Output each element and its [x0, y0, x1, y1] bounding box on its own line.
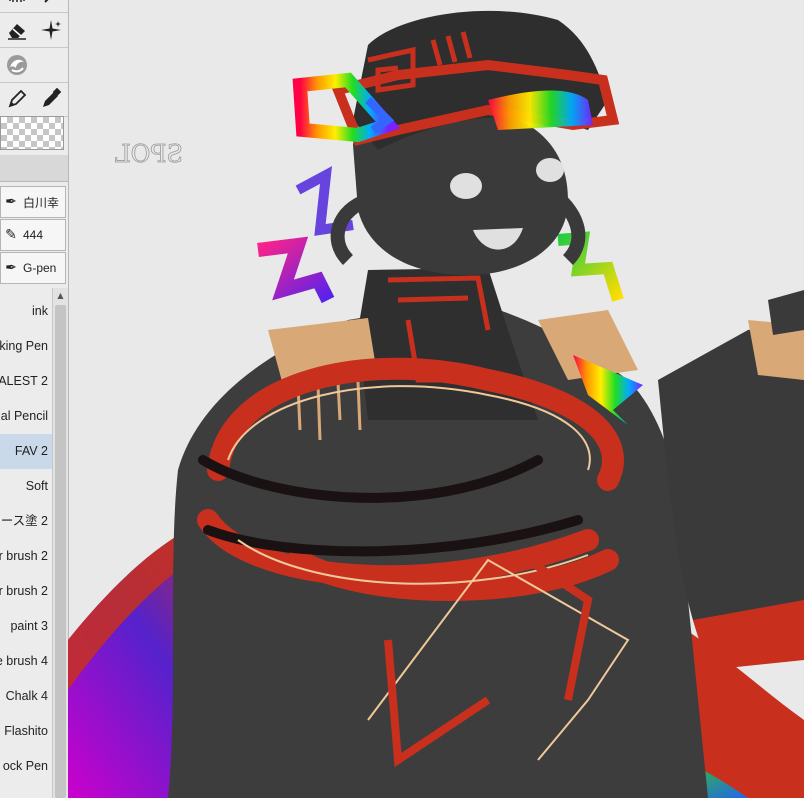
goggles-right: [488, 90, 593, 130]
zigzag-right: [557, 231, 624, 302]
color-fill-icon[interactable]: [0, 48, 34, 82]
marker-icon[interactable]: [34, 82, 68, 116]
preset-item-1[interactable]: ✒ 白川幸: [0, 186, 66, 218]
sparkle-icon[interactable]: [34, 13, 68, 47]
tool-palette: ✒ 白川幸 ✎ 444 ✒ G-pen ink king Pen ALEST 2…: [0, 0, 69, 798]
magic-wand-icon[interactable]: [34, 0, 68, 12]
brush-item-brush-c[interactable]: e brush 4: [0, 644, 48, 679]
preset-label: G-pen: [23, 261, 57, 275]
brush-item-brush-b[interactable]: r brush 2: [0, 574, 48, 609]
pencil-icon: ✎: [5, 227, 17, 243]
eraser-icon[interactable]: [0, 13, 34, 47]
subtool-panel-header: [0, 155, 68, 182]
artwork: SPOL: [68, 10, 804, 798]
brush-item-soft[interactable]: Soft: [0, 469, 48, 504]
preset-label: 白川幸: [23, 195, 60, 210]
tool-row-pen: [0, 82, 68, 117]
scrollbar-thumb[interactable]: [55, 305, 66, 798]
brush-item-realest[interactable]: ALEST 2: [0, 364, 48, 399]
eye-right: [536, 158, 564, 182]
brush-item-flashito[interactable]: Flashito: [0, 714, 48, 749]
brush-item-fav-selected[interactable]: FAV 2: [0, 434, 52, 469]
preset-label: 444: [23, 228, 44, 242]
collar: [358, 268, 538, 420]
pen-icon: ✒: [5, 194, 17, 210]
tool-row-eraser: [0, 13, 68, 48]
brush-item-chalk[interactable]: Chalk 4: [0, 679, 48, 714]
tool-row-selection: [0, 0, 68, 13]
brush-list: ink king Pen ALEST 2 al Pencil FAV 2 Sof…: [0, 288, 52, 798]
brush-item-pencil[interactable]: al Pencil: [0, 399, 48, 434]
pen-icon[interactable]: [0, 82, 34, 116]
select-rect-icon[interactable]: [0, 0, 34, 12]
brush-item-block-pen[interactable]: ock Pen: [0, 749, 48, 784]
brush-list-scrollbar[interactable]: ▲: [52, 288, 68, 798]
brush-item-marking-pen[interactable]: king Pen: [0, 329, 48, 364]
preset-item-2[interactable]: ✎ 444: [0, 219, 66, 251]
g-pen-icon: ✒: [5, 260, 17, 276]
brush-item-base-fill[interactable]: ース塗 2: [0, 504, 48, 539]
eye-left: [450, 173, 482, 199]
brush-item-ink[interactable]: ink: [0, 294, 48, 329]
sketch-text: SPOL: [115, 140, 183, 168]
preset-item-3[interactable]: ✒ G-pen: [0, 252, 66, 284]
scroll-up-icon[interactable]: ▲: [53, 288, 68, 303]
tool-row-fill: [0, 48, 68, 83]
drawing-canvas[interactable]: SPOL: [68, 0, 804, 798]
zigzag-left: [257, 236, 335, 304]
brush-item-brush-a[interactable]: r brush 2: [0, 539, 48, 574]
transparent-color-swatch[interactable]: [0, 116, 64, 150]
brush-item-paint[interactable]: paint 3: [0, 609, 48, 644]
